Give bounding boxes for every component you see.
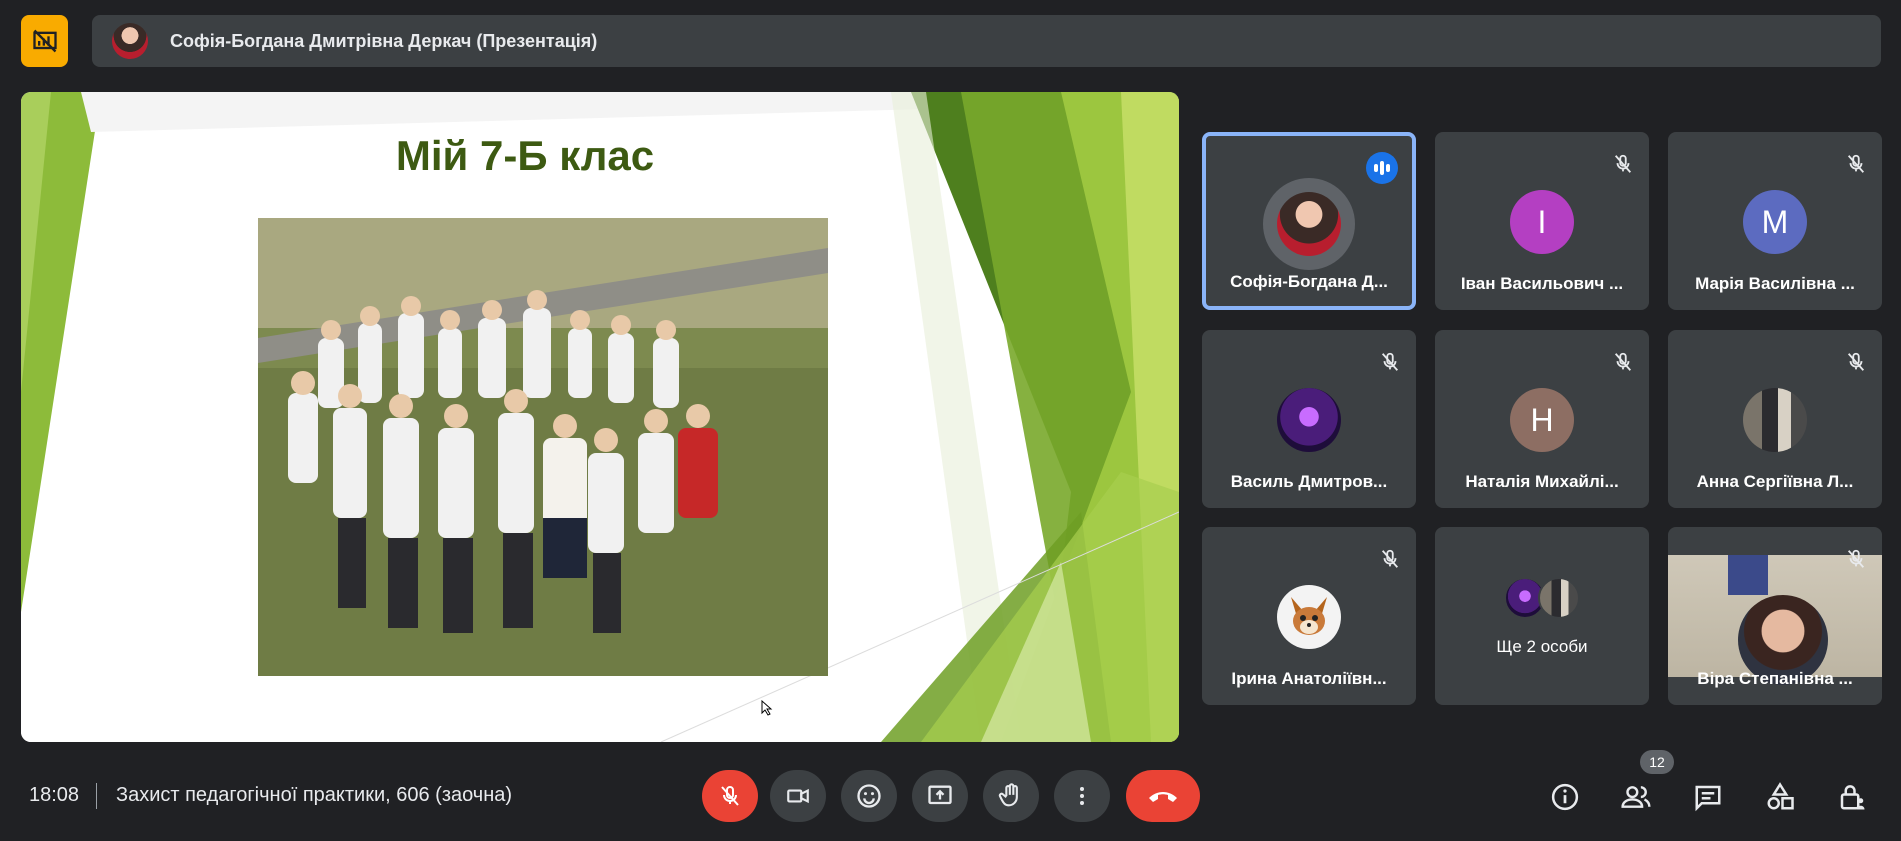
mic-toggle-button[interactable] — [702, 770, 758, 822]
class-photo — [258, 218, 828, 676]
phone-hangup-icon — [1149, 792, 1177, 802]
participant-tile-vasyl[interactable]: Василь Дмитров... — [1202, 330, 1416, 508]
emoji-icon — [857, 784, 881, 808]
participant-tile-anna[interactable]: Анна Сергіївна Л... — [1668, 330, 1882, 508]
participant-name: Софія-Богдана Д... — [1230, 272, 1388, 291]
mic-off-icon — [1376, 348, 1404, 376]
more-options-button[interactable] — [1054, 770, 1110, 822]
more-participants-label: Ще 2 особи — [1496, 637, 1588, 656]
shapes-icon — [1767, 782, 1794, 810]
presenter-avatar — [112, 23, 148, 59]
mic-off-icon — [1376, 545, 1404, 573]
present-screen-icon — [928, 785, 952, 805]
meeting-details-button[interactable] — [1543, 775, 1587, 819]
presenter-name: Софія-Богдана Дмитрівна Деркач (Презента… — [170, 30, 598, 51]
more-participants-avatars — [1504, 577, 1580, 619]
info-icon — [1551, 783, 1579, 811]
speaking-indicator-icon — [1366, 152, 1398, 184]
avatar: М — [1743, 190, 1807, 254]
more-participants-tile[interactable]: Ще 2 особи — [1435, 527, 1649, 705]
participant-tile-nataliia[interactable]: Н Наталія Михайлі... — [1435, 330, 1649, 508]
participant-name: Віра Степанівна ... — [1697, 669, 1853, 688]
camera-icon — [787, 788, 809, 804]
participant-tile-iryna[interactable]: Ірина Анатоліївн... — [1202, 527, 1416, 705]
chat-button[interactable] — [1686, 775, 1730, 819]
mic-off-icon — [1609, 348, 1637, 376]
avatar — [1538, 577, 1580, 619]
mic-off-icon — [1842, 545, 1870, 573]
mic-off-icon — [1609, 150, 1637, 178]
hand-icon — [998, 783, 1018, 807]
participant-name: Василь Дмитров... — [1230, 472, 1388, 491]
participant-name: Марія Василівна ... — [1695, 274, 1855, 293]
participant-tile-mariia[interactable]: М Марія Василівна ... — [1668, 132, 1882, 310]
presentation-stop-icon[interactable] — [21, 15, 68, 67]
participant-name: Ірина Анатоліївн... — [1231, 669, 1387, 688]
participant-name: Наталія Михайлі... — [1465, 472, 1619, 491]
participant-video — [1668, 555, 1882, 685]
mouse-cursor-icon — [761, 700, 773, 716]
avatar — [1277, 585, 1341, 649]
avatar: І — [1510, 190, 1574, 254]
avatar: Н — [1510, 388, 1574, 452]
people-button[interactable] — [1614, 775, 1658, 819]
avatar-ring — [1263, 178, 1355, 270]
mic-off-icon — [1842, 150, 1870, 178]
divider — [96, 783, 97, 809]
people-icon — [1621, 786, 1651, 808]
reactions-button[interactable] — [841, 770, 897, 822]
meeting-title: Захист педагогічної практики, 606 (заочн… — [116, 784, 513, 806]
mic-off-icon — [721, 785, 739, 806]
avatar — [1277, 388, 1341, 452]
presentation-slide: Мій 7-Б клас — [21, 92, 1179, 742]
presenter-bar[interactable]: Софія-Богдана Дмитрівна Деркач (Презента… — [92, 15, 1881, 67]
lock-person-icon — [1840, 785, 1865, 810]
fox-avatar-icon — [1291, 597, 1327, 635]
raise-hand-button[interactable] — [983, 770, 1039, 822]
participant-tile-ivan[interactable]: І Іван Васильович ... — [1435, 132, 1649, 310]
participant-tile-vira[interactable]: Віра Степанівна ... — [1668, 527, 1882, 705]
mic-off-icon — [1842, 348, 1870, 376]
clock: 18:08 — [29, 784, 80, 806]
host-controls-button[interactable] — [1830, 775, 1874, 819]
more-vert-icon — [1080, 787, 1084, 805]
avatar — [1743, 388, 1807, 452]
participant-name: Анна Сергіївна Л... — [1696, 472, 1854, 491]
leave-call-button[interactable] — [1126, 770, 1200, 822]
camera-toggle-button[interactable] — [770, 770, 826, 822]
present-screen-button[interactable] — [912, 770, 968, 822]
participant-name: Іван Васильович ... — [1460, 274, 1624, 293]
participants-count-badge: 12 — [1640, 750, 1674, 774]
participant-tile-sofiia[interactable]: Софія-Богдана Д... — [1202, 132, 1416, 310]
activities-button[interactable] — [1758, 775, 1802, 819]
slide-title: Мій 7-Б клас — [395, 132, 655, 179]
chat-icon — [1695, 785, 1721, 812]
avatar — [1277, 192, 1341, 256]
